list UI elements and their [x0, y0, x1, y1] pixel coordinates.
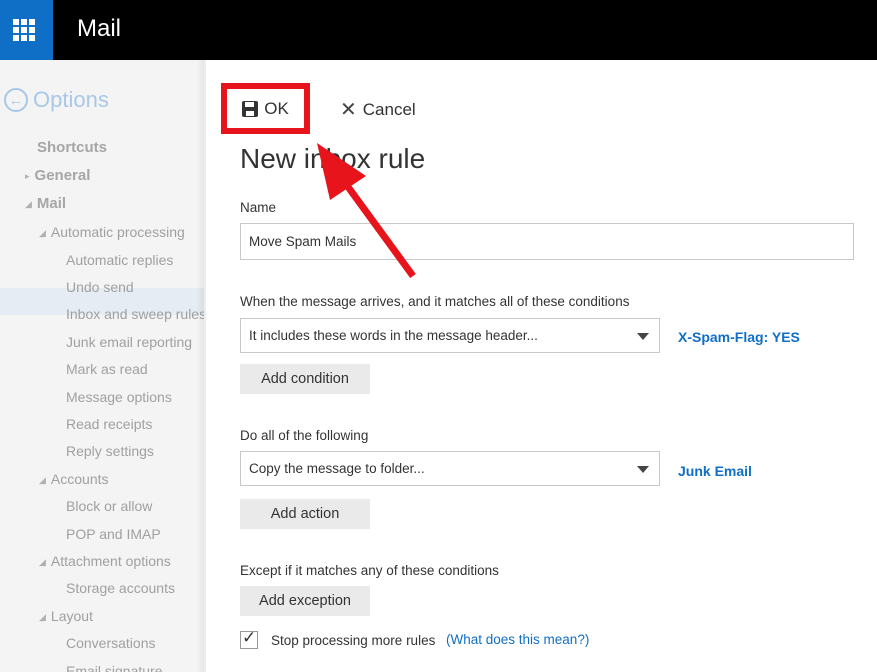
sidebar-item-automatic-processing[interactable]: ◢ Automatic processing: [39, 220, 185, 244]
add-action-button[interactable]: Add action: [240, 499, 370, 529]
sidebar-item-label: Automatic replies: [66, 252, 174, 268]
chevron-down-icon[interactable]: ◢: [25, 192, 32, 216]
sidebar-item-label: Mark as read: [66, 361, 148, 377]
sidebar-item-message-options[interactable]: Message options: [66, 385, 172, 409]
sidebar-item-read-receipts[interactable]: Read receipts: [66, 412, 152, 436]
condition-value-link[interactable]: X-Spam-Flag: YES: [678, 329, 800, 345]
sidebar-item-inbox-and-sweep-rules[interactable]: Inbox and sweep rules: [66, 302, 204, 326]
sidebar-item-label: Storage accounts: [66, 580, 175, 596]
close-icon: ✕: [340, 99, 357, 121]
sidebar-item-label: Automatic processing: [50, 224, 185, 240]
options-header[interactable]: ← Options: [4, 86, 109, 114]
ok-label: OK: [264, 98, 289, 118]
app-launcher-icon: [13, 19, 35, 41]
sidebar-item-automatic-replies[interactable]: Automatic replies: [66, 248, 173, 272]
sidebar-item-storage-accounts[interactable]: Storage accounts: [66, 576, 175, 600]
app-title: Mail: [77, 15, 122, 42]
action-folder-link[interactable]: Junk Email: [678, 463, 752, 479]
sidebar-item-label: General: [34, 167, 91, 184]
stop-processing-checkbox[interactable]: ✓: [240, 628, 258, 649]
sidebar-item-shortcuts[interactable]: Shortcuts: [37, 136, 107, 160]
sidebar-item-mail[interactable]: ◢ Mail: [25, 192, 66, 216]
ok-button[interactable]: OK: [221, 83, 310, 134]
sidebar-item-mark-as-read[interactable]: Mark as read: [66, 357, 148, 381]
help-close-paren: ): [584, 632, 590, 647]
sidebar-item-general[interactable]: ▸ General: [25, 164, 90, 188]
sidebar-item-junk-email-reporting[interactable]: Junk email reporting: [66, 330, 192, 354]
rule-name-input[interactable]: [240, 223, 854, 260]
chevron-down-icon[interactable]: ◢: [39, 221, 46, 245]
sidebar-item-attachment-options[interactable]: ◢ Attachment options: [39, 549, 171, 573]
top-bar: Mail: [0, 0, 877, 60]
chevron-down-icon[interactable]: ◢: [39, 605, 46, 629]
save-icon: [242, 100, 259, 117]
name-label: Name: [240, 200, 277, 215]
back-arrow-icon[interactable]: ←: [4, 88, 28, 112]
sidebar-item-block-or-allow[interactable]: Block or allow: [66, 494, 152, 518]
sidebar-item-pop-and-imap[interactable]: POP and IMAP: [66, 522, 161, 546]
chevron-down-icon[interactable]: ◢: [39, 468, 46, 492]
sidebar-item-conversations[interactable]: Conversations: [66, 631, 156, 655]
sidebar-item-label: Message options: [66, 389, 172, 405]
chevron-down-icon: [637, 466, 649, 473]
app-launcher-button[interactable]: [0, 0, 53, 60]
sidebar-item-label: Shortcuts: [37, 139, 108, 156]
sidebar-item-label: Conversations: [66, 635, 156, 651]
chevron-right-icon[interactable]: ▸: [25, 164, 30, 188]
add-condition-button[interactable]: Add condition: [240, 364, 370, 394]
sidebar-item-label: Block or allow: [66, 498, 153, 514]
sidebar-item-label: Email signature: [66, 663, 163, 672]
condition-dropdown[interactable]: It includes these words in the message h…: [240, 318, 660, 353]
what-does-this-mean-link[interactable]: What does this mean?: [451, 632, 585, 647]
condition-dropdown-value: It includes these words in the message h…: [249, 328, 538, 343]
cancel-label: Cancel: [362, 100, 416, 119]
sidebar-item-reply-settings[interactable]: Reply settings: [66, 439, 154, 463]
stop-processing-label: Stop processing more rules: [271, 633, 436, 648]
options-sidebar: ← Options Shortcuts ▸ General ◢ Mail ◢ Automat…: [0, 60, 204, 672]
action-dropdown-value: Copy the message to folder...: [249, 461, 425, 476]
cancel-button[interactable]: ✕ Cancel: [340, 98, 416, 122]
actions-label: Do all of the following: [240, 428, 369, 443]
sidebar-item-label: Mail: [36, 195, 67, 212]
chevron-down-icon[interactable]: ◢: [39, 550, 46, 574]
sidebar-item-label: Attachment options: [50, 553, 171, 569]
add-exception-button[interactable]: Add exception: [240, 586, 370, 616]
page-title: New inbox rule: [240, 143, 426, 174]
sidebar-shadow: [196, 60, 206, 672]
sidebar-item-label: Junk email reporting: [66, 334, 193, 350]
sidebar-item-undo-send[interactable]: Undo send: [66, 275, 134, 299]
checkmark-icon: ✓: [242, 628, 257, 647]
sidebar-item-label: POP and IMAP: [66, 526, 161, 542]
sidebar-item-label: Undo send: [66, 279, 134, 295]
sidebar-item-label: Accounts: [50, 471, 109, 487]
exceptions-label: Except if it matches any of these condit…: [240, 563, 499, 578]
sidebar-item-layout[interactable]: ◢ Layout: [39, 604, 93, 628]
help-link-group: (What does this mean?): [446, 632, 589, 647]
sidebar-item-label: Layout: [50, 608, 93, 624]
sidebar-item-label: Read receipts: [66, 416, 153, 432]
sidebar-item-label: Reply settings: [66, 443, 154, 459]
sidebar-item-accounts[interactable]: ◢ Accounts: [39, 467, 109, 491]
chevron-down-icon: [637, 333, 649, 340]
options-title: Options: [33, 87, 109, 112]
sidebar-item-email-signature[interactable]: Email signature: [66, 659, 163, 672]
sidebar-item-label: Inbox and sweep rules: [66, 306, 204, 322]
conditions-label: When the message arrives, and it matches…: [240, 294, 630, 309]
action-dropdown[interactable]: Copy the message to folder...: [240, 451, 660, 486]
